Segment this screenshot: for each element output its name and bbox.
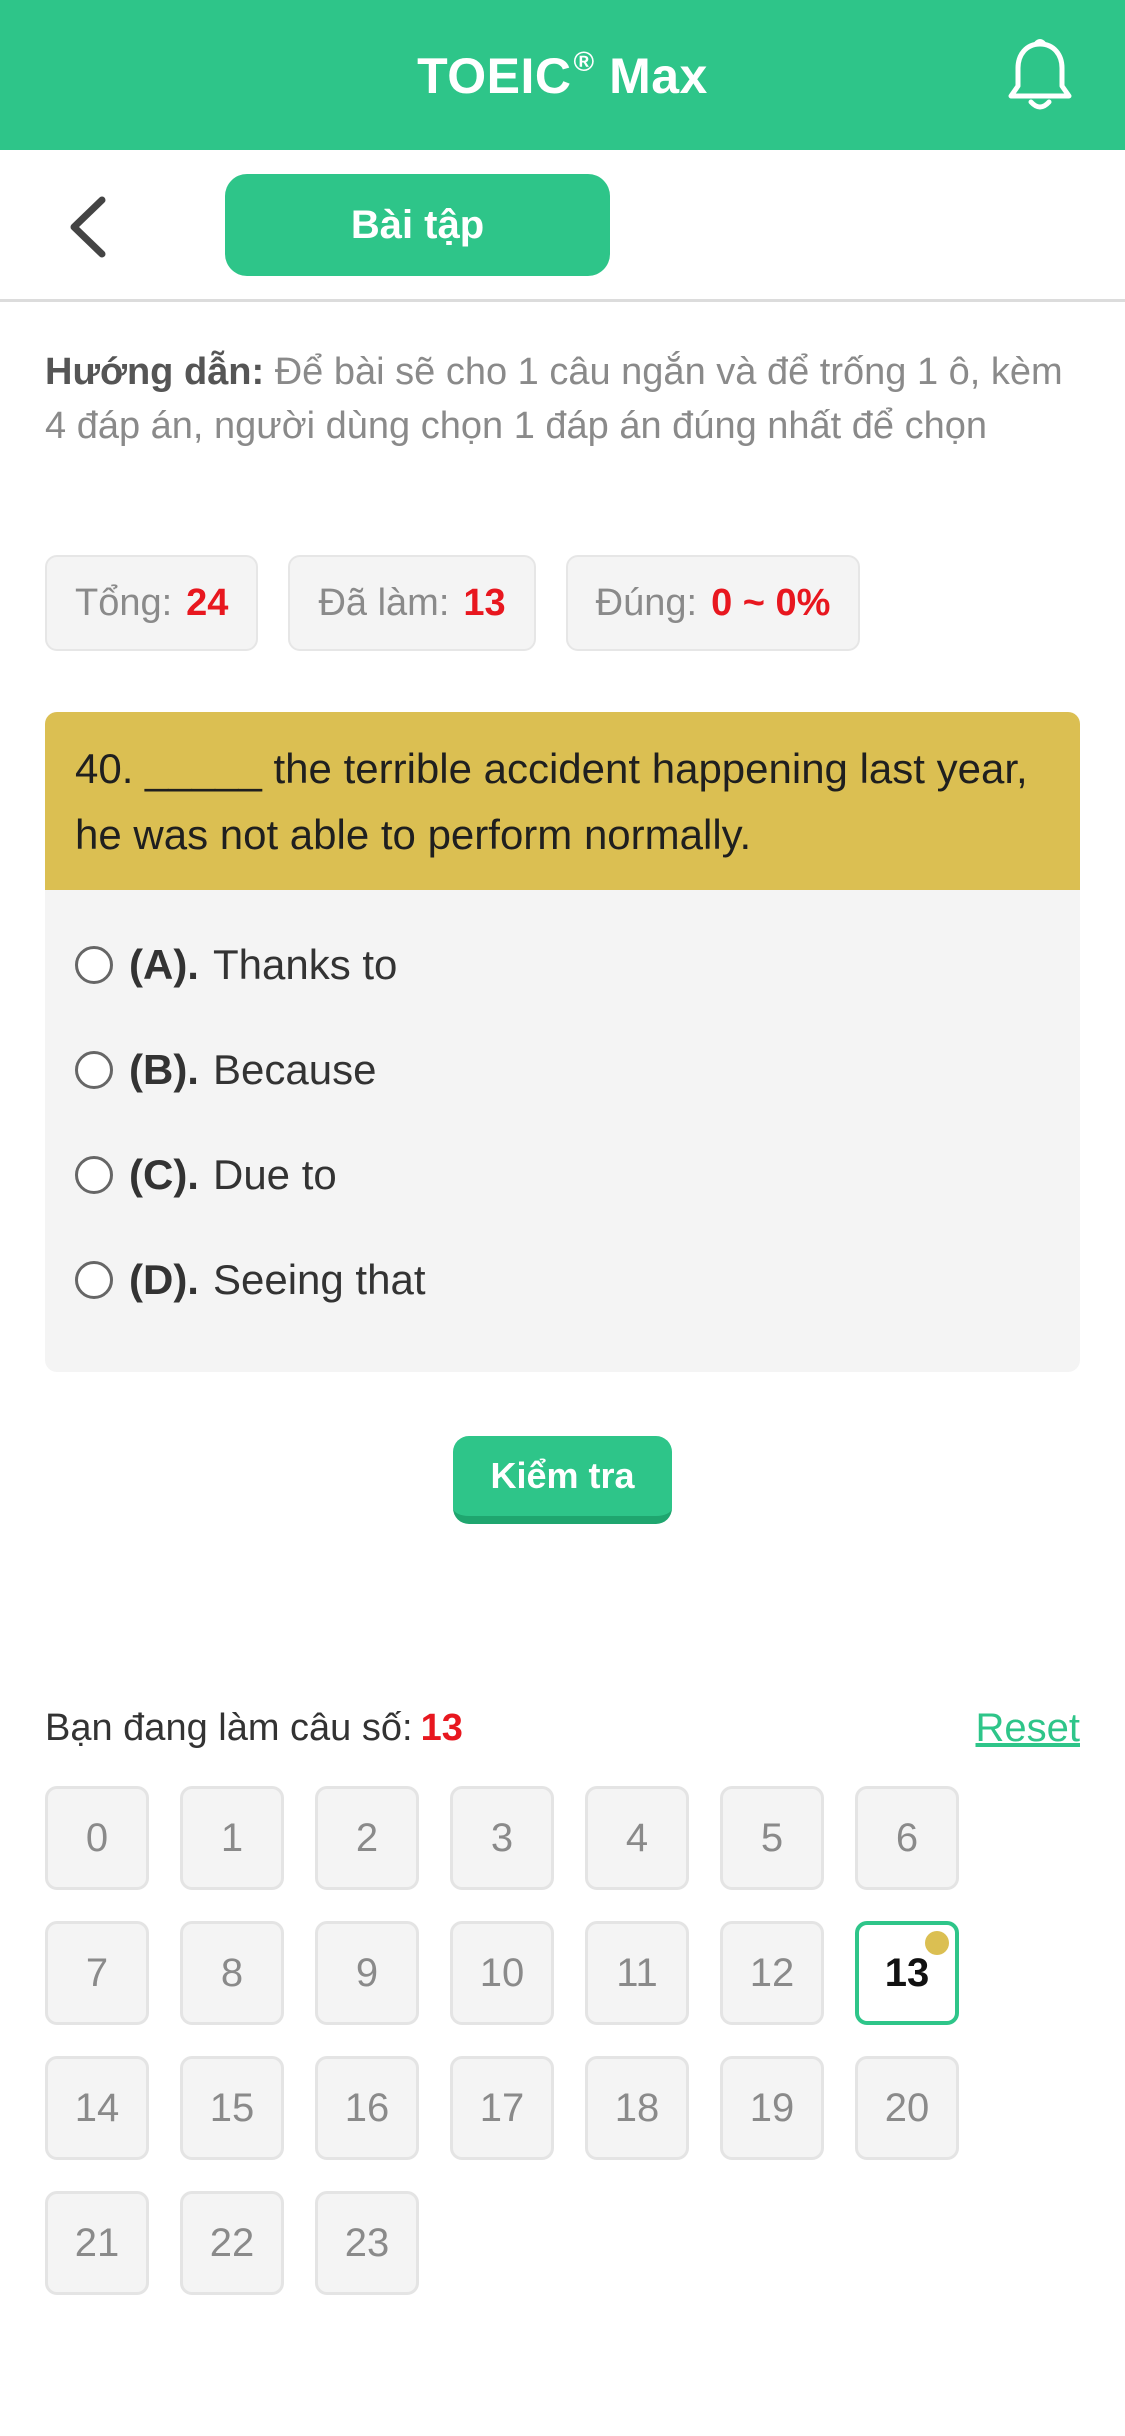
current-question-label: Bạn đang làm câu số:	[45, 1706, 413, 1749]
progress-line: Bạn đang làm câu số: 13 Reset	[45, 1700, 1080, 1756]
radio-button[interactable]	[75, 1155, 113, 1194]
bell-icon[interactable]	[1005, 38, 1075, 114]
question-number-cell[interactable]: 22	[180, 2191, 284, 2295]
question-number-cell[interactable]: 18	[585, 2056, 689, 2160]
radio-button[interactable]	[75, 945, 113, 984]
option-a[interactable]: (A). Thanks to	[45, 912, 1080, 1017]
option-text: Because	[212, 1045, 377, 1093]
question-number-cell[interactable]: 16	[315, 2056, 419, 2160]
option-text: Due to	[212, 1150, 337, 1198]
option-c[interactable]: (C). Due to	[45, 1122, 1080, 1227]
question-number-cell[interactable]: 6	[855, 1786, 959, 1890]
current-question-indicator: Bạn đang làm câu số: 13	[45, 1707, 463, 1750]
option-key: (A).	[129, 940, 199, 988]
option-b[interactable]: (B). Because	[45, 1017, 1080, 1122]
reset-link[interactable]: Reset	[976, 1706, 1081, 1751]
stat-total-label: Tổng:	[75, 581, 173, 624]
stat-total-value: 24	[186, 581, 229, 624]
sub-toolbar: Bài tập	[0, 150, 1125, 302]
stat-done-value: 13	[463, 581, 506, 624]
option-key: (C).	[129, 1150, 199, 1198]
option-d[interactable]: (D). Seeing that	[45, 1227, 1080, 1332]
question-number-cell[interactable]: 8	[180, 1921, 284, 2025]
question-number: 13	[884, 1950, 930, 1995]
question-number-cell[interactable]: 12	[720, 1921, 824, 2025]
option-text: Thanks to	[212, 940, 398, 988]
app-title-main: TOEIC	[417, 47, 572, 104]
current-question-number: 13	[420, 1706, 463, 1749]
stat-done-label: Đã làm:	[318, 581, 450, 624]
question-number-cell[interactable]: 17	[450, 2056, 554, 2160]
question-number-cell[interactable]: 23	[315, 2191, 419, 2295]
question-number-cell[interactable]: 7	[45, 1921, 149, 2025]
answer-options: (A). Thanks to (B). Because (C). Due to …	[45, 890, 1080, 1332]
question-number-cell-current[interactable]: 13	[855, 1921, 959, 2025]
option-key: (D).	[129, 1255, 199, 1303]
question-number-cell[interactable]: 0	[45, 1786, 149, 1890]
radio-button[interactable]	[75, 1260, 113, 1299]
option-key: (B).	[129, 1045, 199, 1093]
app-header: TOEIC® Max	[0, 0, 1125, 150]
app-title: TOEIC® Max	[417, 46, 708, 105]
question-number-cell[interactable]: 21	[45, 2191, 149, 2295]
question-number-cell[interactable]: 1	[180, 1786, 284, 1890]
question-number-cell[interactable]: 14	[45, 2056, 149, 2160]
option-text: Seeing that	[212, 1255, 426, 1303]
question-number-cell[interactable]: 5	[720, 1786, 824, 1890]
current-marker-dot	[925, 1931, 949, 1955]
question-grid: 0 1 2 3 4 5 6 7 8 9 10 11 12 13 14 15 16…	[45, 1786, 1085, 2295]
back-arrow-icon[interactable]	[60, 192, 120, 262]
instructions: Hướng dẫn: Để bài sẽ cho 1 câu ngắn và đ…	[45, 345, 1085, 453]
question-number-cell[interactable]: 10	[450, 1921, 554, 2025]
check-button[interactable]: Kiểm tra	[453, 1436, 672, 1524]
tab-exercises[interactable]: Bài tập	[225, 174, 610, 276]
stat-done: Đã làm: 13	[288, 555, 536, 651]
registered-mark: ®	[573, 45, 595, 77]
stat-correct: Đúng: 0 ~ 0%	[565, 555, 861, 651]
question-number-cell[interactable]: 19	[720, 2056, 824, 2160]
question-number-cell[interactable]: 9	[315, 1921, 419, 2025]
stats-row: Tổng: 24 Đã làm: 13 Đúng: 0 ~ 0%	[45, 555, 861, 651]
app-title-suffix: Max	[609, 47, 708, 104]
stat-correct-label: Đúng:	[595, 581, 698, 624]
question-text: 40. _____ the terrible accident happenin…	[45, 712, 1080, 890]
question-number-cell[interactable]: 2	[315, 1786, 419, 1890]
question-number-cell[interactable]: 15	[180, 2056, 284, 2160]
question-number-cell[interactable]: 3	[450, 1786, 554, 1890]
radio-button[interactable]	[75, 1050, 113, 1089]
question-number-cell[interactable]: 20	[855, 2056, 959, 2160]
stat-correct-value: 0 ~ 0%	[711, 581, 831, 624]
instructions-label: Hướng dẫn:	[45, 351, 265, 393]
question-number-cell[interactable]: 11	[585, 1921, 689, 2025]
question-card: 40. _____ the terrible accident happenin…	[45, 712, 1080, 1372]
stat-total: Tổng: 24	[45, 555, 259, 651]
question-number-cell[interactable]: 4	[585, 1786, 689, 1890]
